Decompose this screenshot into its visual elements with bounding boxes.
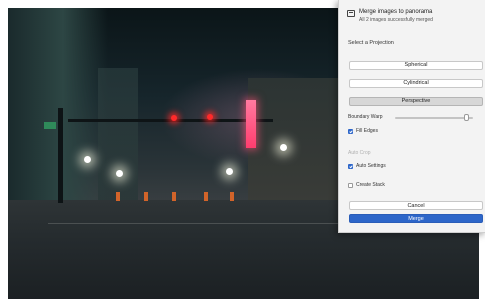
merge-panorama-panel: Merge images to panorama All 2 images su… bbox=[338, 0, 485, 233]
boundary-warp-label: Boundary Warp bbox=[348, 114, 383, 120]
street-lamp bbox=[226, 168, 233, 175]
boundary-warp-thumb[interactable] bbox=[464, 114, 470, 121]
create-stack-checkbox[interactable] bbox=[348, 183, 353, 188]
panel-subtitle: All 2 images successfully merged bbox=[359, 17, 433, 23]
panel-title: Merge images to panorama bbox=[359, 9, 433, 15]
street-lamp bbox=[84, 156, 91, 163]
auto-crop-label: Auto Crop bbox=[348, 150, 371, 156]
street-lamp bbox=[280, 144, 287, 151]
cylindrical-button[interactable]: Cylindrical bbox=[349, 79, 483, 88]
auto-settings-label: Auto Settings bbox=[356, 163, 386, 169]
create-stack-row[interactable]: Create Stack bbox=[348, 182, 468, 190]
projection-section-label: Select a Projection bbox=[348, 40, 394, 46]
traffic-light bbox=[171, 115, 177, 121]
building-left-mid bbox=[98, 68, 138, 203]
building-right bbox=[248, 78, 348, 208]
create-stack-label: Create Stack bbox=[356, 182, 385, 188]
traffic-cone bbox=[144, 192, 148, 201]
road-marking bbox=[48, 223, 348, 224]
panorama-icon bbox=[347, 10, 355, 17]
fill-edges-checkbox[interactable] bbox=[348, 129, 353, 134]
street-sign bbox=[44, 122, 56, 129]
perspective-button[interactable]: Perspective bbox=[349, 97, 483, 106]
fill-edges-row[interactable]: Fill Edges bbox=[348, 128, 468, 136]
traffic-cone bbox=[230, 192, 234, 201]
auto-settings-row[interactable]: Auto Settings bbox=[348, 163, 468, 171]
app-window: Merge images to panorama All 2 images su… bbox=[0, 0, 485, 299]
traffic-cone bbox=[116, 192, 120, 201]
cancel-button[interactable]: Cancel bbox=[349, 201, 483, 210]
fill-edges-label: Fill Edges bbox=[356, 128, 378, 134]
panel-header: Merge images to panorama All 2 images su… bbox=[347, 8, 479, 28]
neon-sign bbox=[246, 100, 256, 148]
street-lamp bbox=[116, 170, 123, 177]
traffic-cone bbox=[172, 192, 176, 201]
spherical-button[interactable]: Spherical bbox=[349, 61, 483, 70]
auto-settings-checkbox[interactable] bbox=[348, 164, 353, 169]
boundary-warp-slider[interactable] bbox=[395, 117, 473, 119]
merge-button[interactable]: Merge bbox=[349, 214, 483, 223]
signal-pole bbox=[58, 108, 63, 203]
traffic-light bbox=[207, 114, 213, 120]
traffic-cone bbox=[204, 192, 208, 201]
